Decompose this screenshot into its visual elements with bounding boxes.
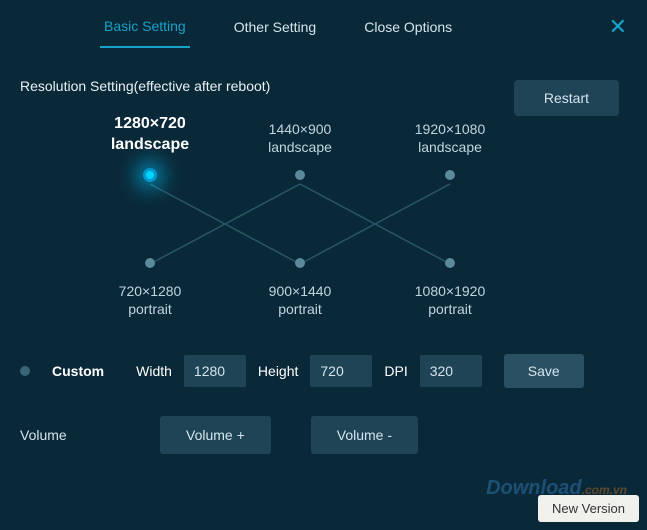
radio-dot-icon bbox=[143, 168, 157, 182]
resolution-1920x1080-landscape[interactable]: 1920×1080 landscape bbox=[380, 120, 520, 194]
resolution-orient: portrait bbox=[278, 301, 322, 317]
radio-dot-icon bbox=[445, 258, 455, 268]
tab-basic-setting[interactable]: Basic Setting bbox=[100, 10, 190, 48]
volume-label: Volume bbox=[20, 427, 120, 443]
custom-label: Custom bbox=[52, 363, 104, 379]
volume-minus-button[interactable]: Volume - bbox=[311, 416, 418, 454]
custom-radio-icon[interactable] bbox=[20, 366, 30, 376]
resolution-size: 1080×1920 bbox=[415, 283, 485, 299]
radio-dot-icon bbox=[295, 258, 305, 268]
save-button[interactable]: Save bbox=[504, 354, 584, 388]
custom-resolution-row: Custom Width Height DPI Save bbox=[0, 334, 647, 398]
radio-dot-icon bbox=[445, 170, 455, 180]
radio-dot-icon bbox=[145, 258, 155, 268]
resolution-orient: portrait bbox=[128, 301, 172, 317]
width-label: Width bbox=[136, 363, 172, 379]
close-icon[interactable]: ✕ bbox=[609, 14, 627, 40]
resolution-size: 720×1280 bbox=[119, 283, 182, 299]
volume-row: Volume Volume + Volume - bbox=[0, 398, 647, 472]
restart-button[interactable]: Restart bbox=[514, 80, 619, 116]
resolution-size: 1920×1080 bbox=[415, 121, 485, 137]
height-label: Height bbox=[258, 363, 298, 379]
dpi-input[interactable] bbox=[420, 355, 482, 387]
resolution-orient: landscape bbox=[80, 135, 220, 156]
resolution-orient: portrait bbox=[428, 301, 472, 317]
tabs-bar: Basic Setting Other Setting Close Option… bbox=[0, 0, 647, 48]
resolution-size: 1280×720 bbox=[80, 114, 220, 135]
resolution-orient: landscape bbox=[418, 139, 482, 155]
width-input[interactable] bbox=[184, 355, 246, 387]
resolution-orient: landscape bbox=[268, 139, 332, 155]
height-input[interactable] bbox=[310, 355, 372, 387]
resolution-720x1280-portrait[interactable]: 720×1280 portrait bbox=[80, 244, 220, 318]
resolution-1080x1920-portrait[interactable]: 1080×1920 portrait bbox=[380, 244, 520, 318]
resolution-1280x720-landscape[interactable]: 1280×720 landscape bbox=[80, 114, 220, 194]
tab-other-setting[interactable]: Other Setting bbox=[230, 11, 321, 47]
dpi-label: DPI bbox=[384, 363, 407, 379]
resolution-size: 1440×900 bbox=[269, 121, 332, 137]
resolution-size: 900×1440 bbox=[269, 283, 332, 299]
resolution-selector: 1280×720 landscape 1440×900 landscape 19… bbox=[20, 114, 627, 334]
volume-plus-button[interactable]: Volume + bbox=[160, 416, 271, 454]
tab-close-options[interactable]: Close Options bbox=[360, 11, 456, 47]
resolution-1440x900-landscape[interactable]: 1440×900 landscape bbox=[230, 120, 370, 194]
resolution-900x1440-portrait[interactable]: 900×1440 portrait bbox=[230, 244, 370, 318]
new-version-button[interactable]: New Version bbox=[538, 495, 639, 522]
radio-dot-icon bbox=[295, 170, 305, 180]
